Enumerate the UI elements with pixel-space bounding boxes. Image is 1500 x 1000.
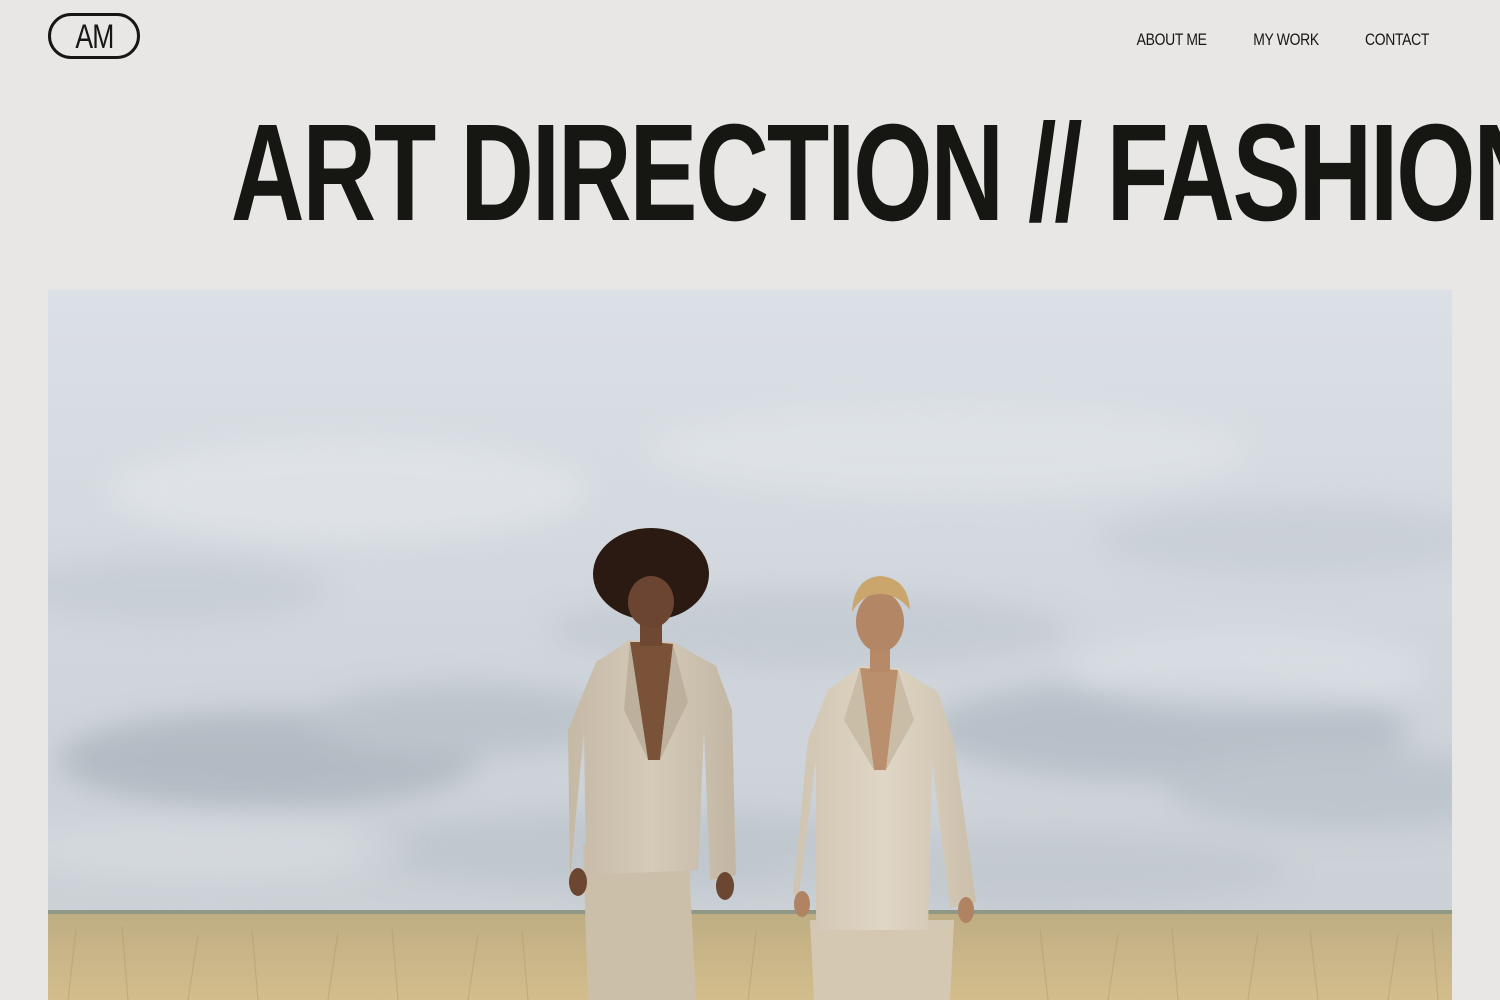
hero-photo-image [48,290,1452,1000]
logo-link[interactable]: AM [48,13,140,59]
main-nav: ABOUT ME MY WORK CONTACT [1129,30,1436,50]
logo-text: AM [74,18,114,56]
hero-title-text: ART DIRECTION // FASHION [230,96,1500,250]
hero-photo [48,290,1452,1000]
nav-contact[interactable]: CONTACT [1365,30,1429,50]
page: AM ABOUT ME MY WORK CONTACT ART DIRECTIO… [0,0,1500,1000]
nav-about-me[interactable]: ABOUT ME [1136,30,1206,50]
hero-title: ART DIRECTION // FASHION [0,104,1500,242]
nav-my-work[interactable]: MY WORK [1253,30,1319,50]
